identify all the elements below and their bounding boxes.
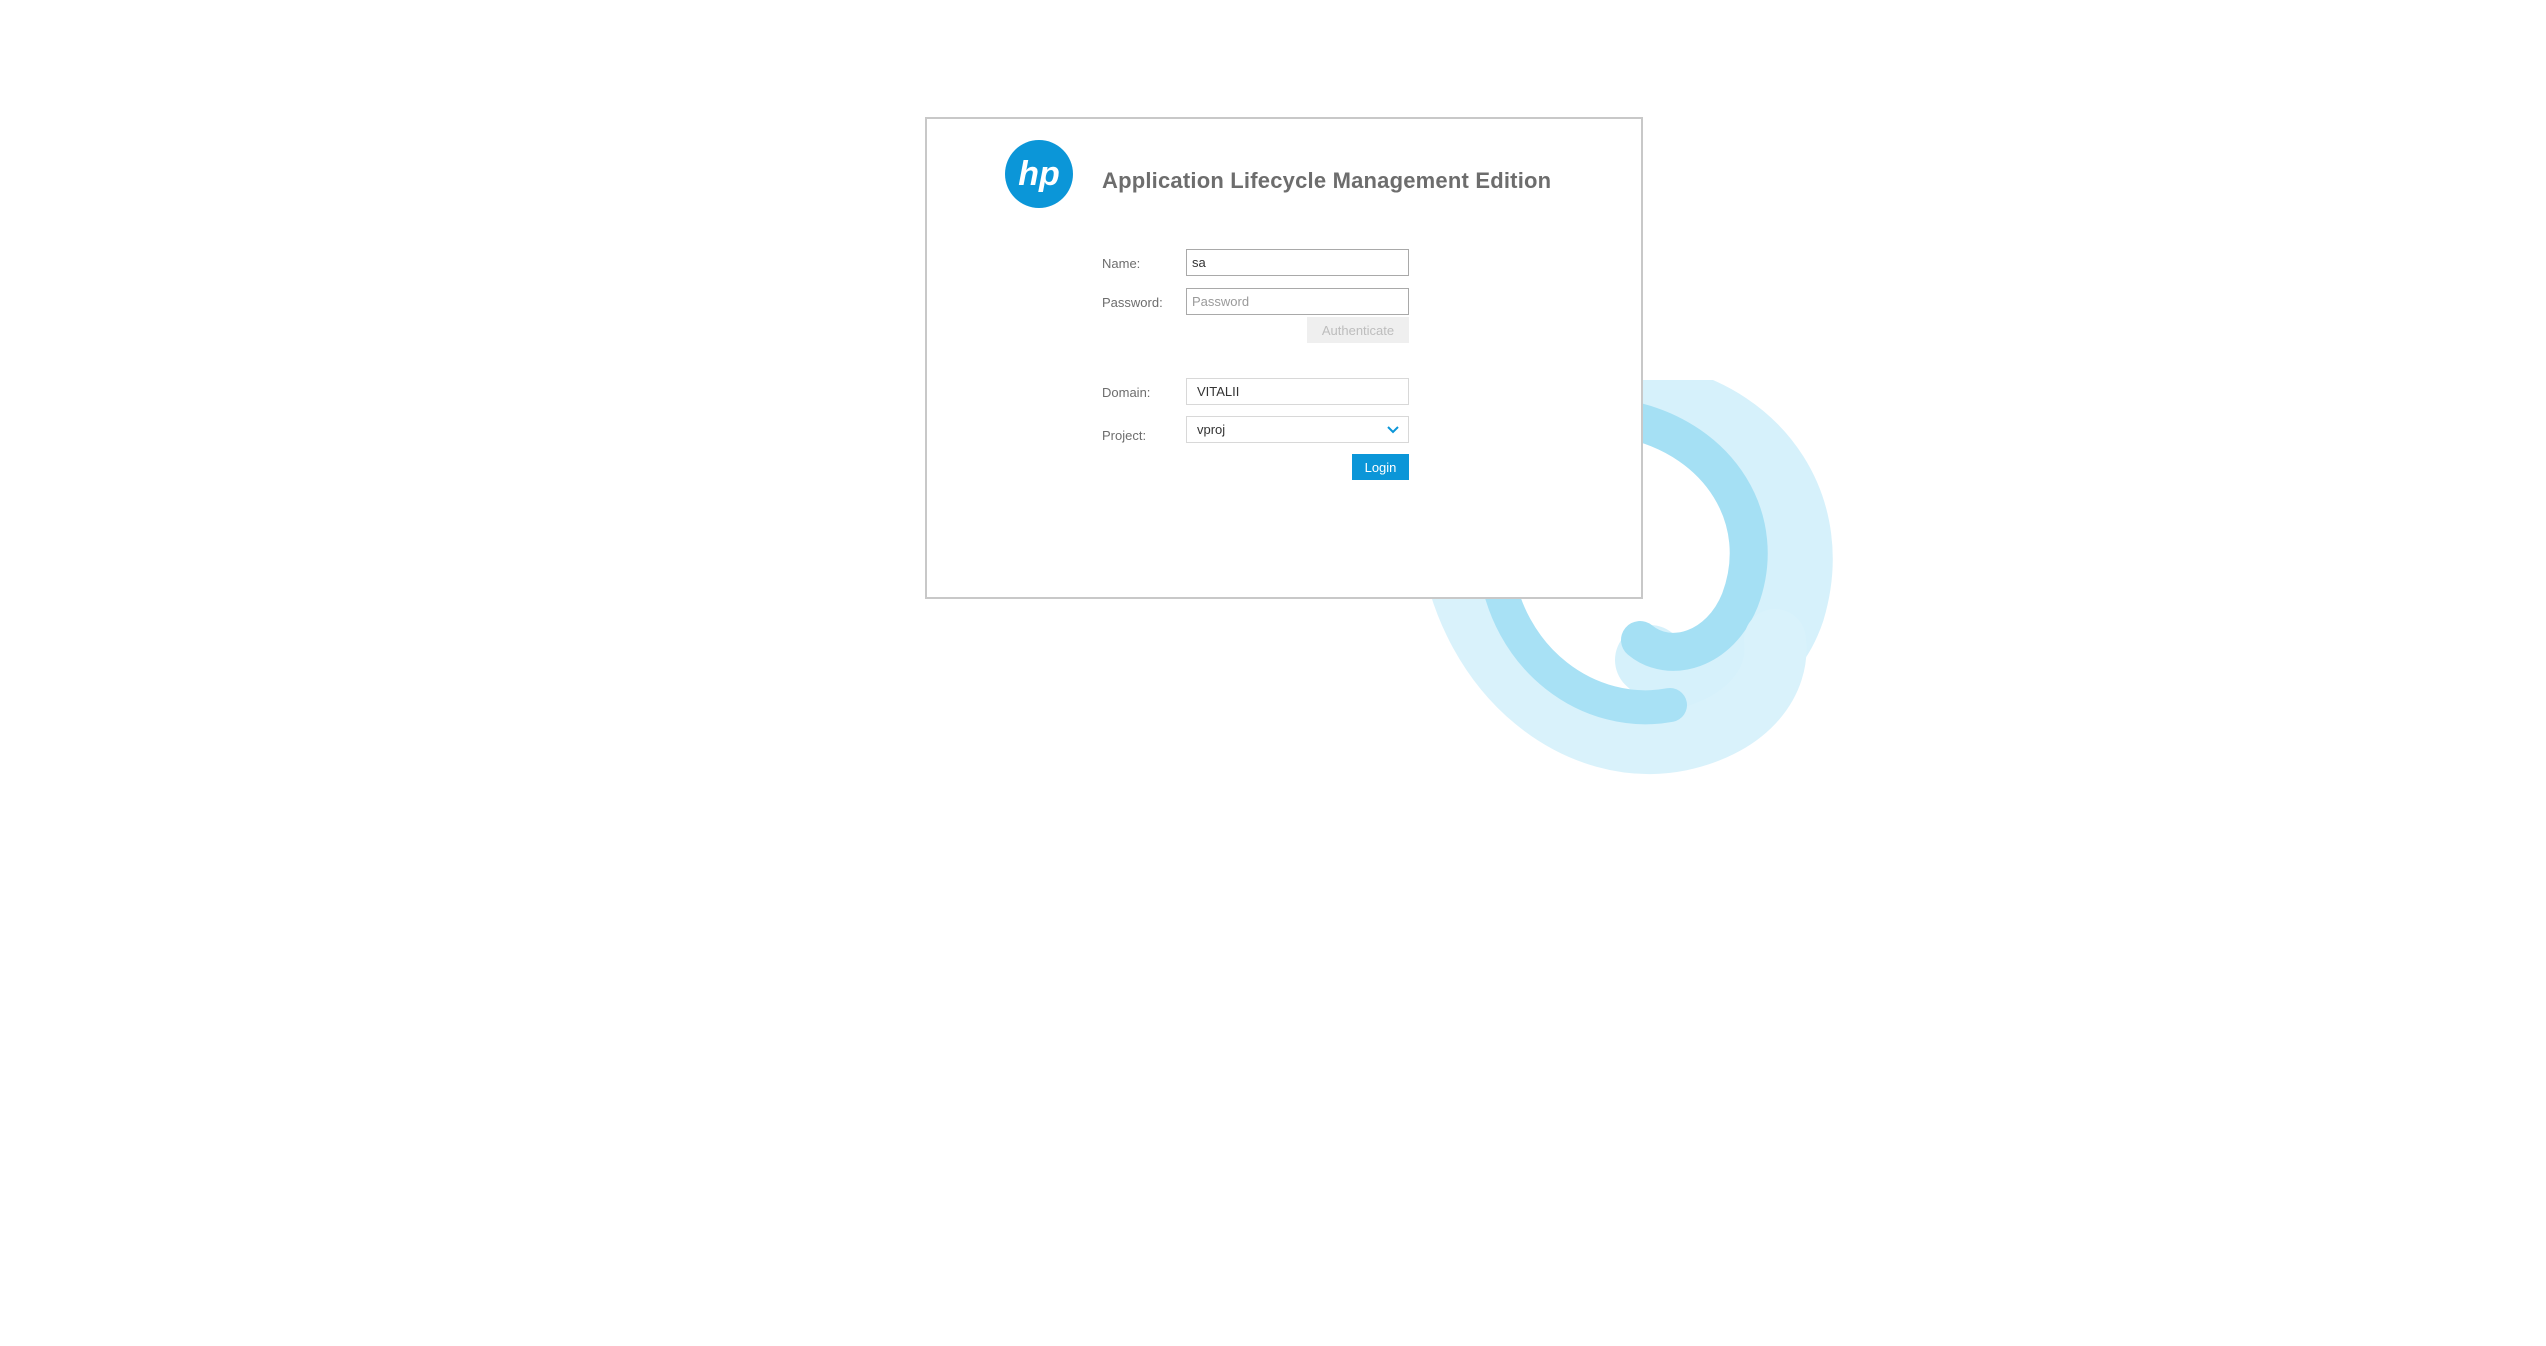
login-panel: hp Application Lifecycle Management Edit… bbox=[925, 117, 1643, 599]
project-select[interactable]: vproj bbox=[1186, 416, 1409, 443]
name-input[interactable] bbox=[1186, 249, 1409, 276]
password-input[interactable] bbox=[1186, 288, 1409, 315]
name-label: Name: bbox=[1102, 256, 1141, 271]
hp-logo: hp bbox=[1005, 140, 1073, 208]
project-label: Project: bbox=[1102, 428, 1147, 443]
svg-text:hp: hp bbox=[1018, 155, 1060, 193]
domain-input[interactable] bbox=[1186, 378, 1409, 405]
chevron-down-icon[interactable] bbox=[1387, 425, 1399, 434]
app-title: Application Lifecycle Management Edition bbox=[1102, 168, 1552, 193]
authenticate-button[interactable]: Authenticate bbox=[1307, 317, 1409, 343]
password-label: Password: bbox=[1102, 295, 1163, 310]
project-select-value: vproj bbox=[1197, 422, 1226, 437]
login-button[interactable]: Login bbox=[1352, 454, 1409, 480]
domain-label: Domain: bbox=[1102, 385, 1151, 400]
